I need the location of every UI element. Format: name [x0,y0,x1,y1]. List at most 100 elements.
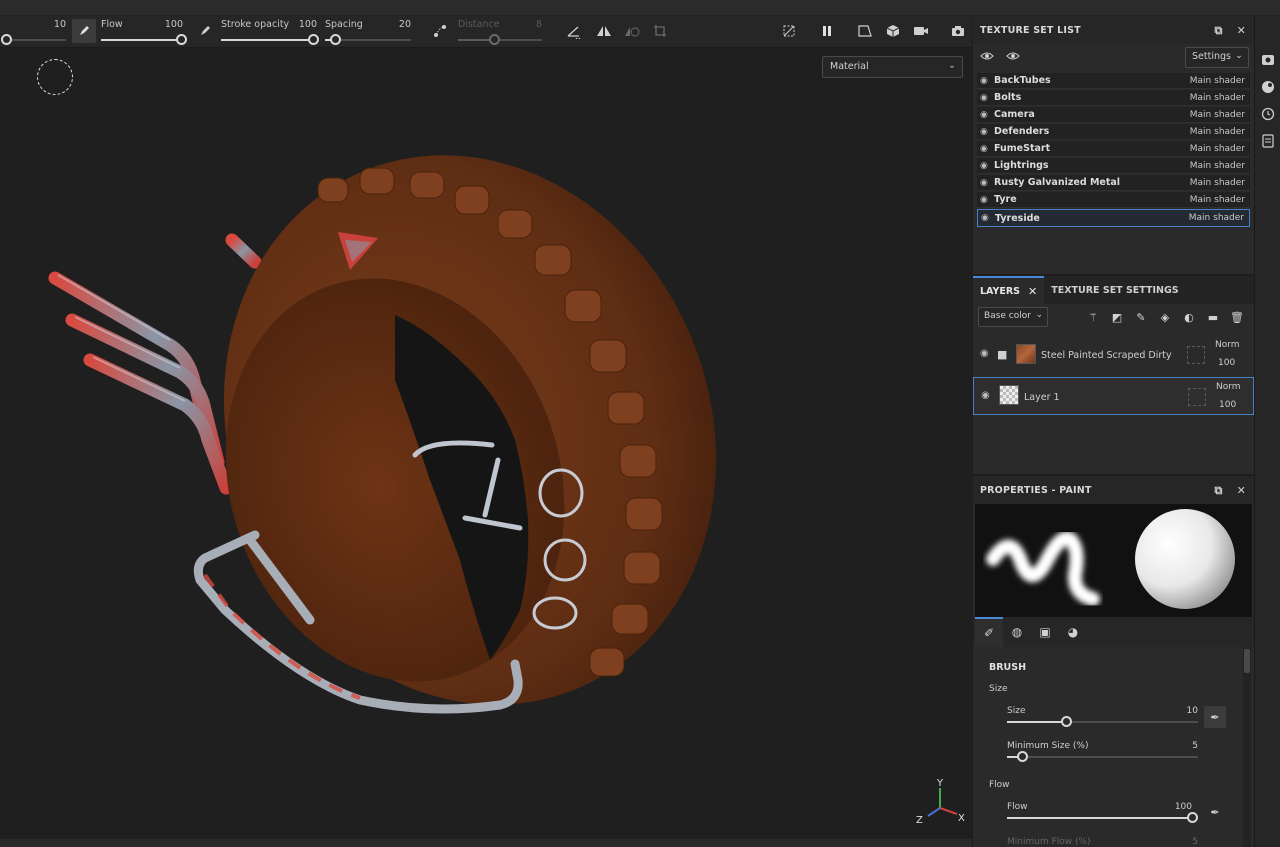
texture-set-shader[interactable]: Main shader [1189,213,1244,223]
transform-button[interactable] [648,19,672,43]
add-fill-layer-button[interactable]: ◈ [1157,309,1173,325]
add-effect-button[interactable]: ⚚ [1085,309,1101,325]
texture-set-shader[interactable]: Main shader [1190,93,1245,103]
delete-layer-button[interactable]: 🗑 [1229,309,1245,325]
texture-set-row[interactable]: ◉ Lightrings Main shader [977,158,1250,174]
texture-set-settings-dropdown[interactable]: Settings ⌄ [1185,47,1249,68]
texture-set-shader[interactable]: Main shader [1190,110,1245,120]
toolbar-distance-slider[interactable]: Distance 8 [458,16,542,48]
toolbar-spacing-slider[interactable]: Spacing 20 [325,16,411,48]
tab-texture-set-settings[interactable]: TEXTURE SET SETTINGS [1044,276,1185,304]
history-icon[interactable] [1259,105,1277,123]
add-smart-material-button[interactable]: ◐ [1181,309,1197,325]
eye-icon[interactable]: ◉ [980,110,994,120]
screenshot-button[interactable] [946,19,970,43]
scrollbar-thumb[interactable] [1244,649,1250,673]
eye-icon[interactable]: ◉ [980,161,994,171]
pen-pressure-flow-button[interactable] [193,19,217,43]
display-settings-icon[interactable] [1259,51,1277,69]
texture-set-row[interactable]: ◉ Camera Main shader [977,107,1250,123]
slider-knob[interactable] [489,34,500,45]
add-folder-button[interactable]: ▬ [1205,309,1221,325]
minimum-flow-slider[interactable]: Minimum Flow (%) 5 [1007,837,1198,847]
alignment-button[interactable] [562,19,586,43]
texture-set-shader[interactable]: Main shader [1190,161,1245,171]
texture-set-row[interactable]: ◉ BackTubes Main shader [977,73,1250,89]
close-icon[interactable]: ✕ [1028,285,1037,298]
slider-knob[interactable] [330,34,341,45]
slider-knob[interactable] [1187,812,1198,823]
blend-mode[interactable]: Norm [1216,382,1241,392]
flow-value[interactable]: 100 [1175,802,1192,812]
symmetry-button[interactable] [592,19,616,43]
blend-mode[interactable]: Norm [1215,340,1240,350]
tab-material[interactable]: ◕ [1059,617,1087,647]
add-mask-button[interactable]: ◩ [1109,309,1125,325]
tab-layers[interactable]: LAYERS ✕ [973,276,1045,304]
texture-set-shader[interactable]: Main shader [1190,195,1245,205]
eye-icon[interactable]: ◉ [981,213,995,223]
maximize-icon[interactable]: ⧉ [1215,484,1223,498]
properties-scrollbar[interactable] [1243,647,1251,847]
maximize-icon[interactable]: ⧉ [1215,24,1223,38]
add-paint-layer-button[interactable]: ✎ [1133,309,1149,325]
view-mode-2d-button[interactable] [853,19,877,43]
minimum-flow-value[interactable]: 5 [1192,837,1198,847]
close-icon[interactable]: ✕ [1237,24,1246,38]
slider-knob[interactable] [176,34,187,45]
eye-icon[interactable]: ◉ [980,93,994,103]
texture-set-shader[interactable]: Main shader [1190,127,1245,137]
channel-select[interactable]: Base color ⌄ [978,307,1048,327]
pen-pressure-size-button[interactable]: ✒ [1204,706,1226,728]
slider-knob[interactable] [1061,716,1072,727]
layer-row[interactable]: ◉ ■ Steel Painted Scraped Dirty Norm 100 [973,336,1254,374]
lazy-mouse-button[interactable] [428,19,452,43]
tab-brush[interactable]: ✐ [975,617,1003,647]
eye-icon[interactable]: ◉ [980,348,989,359]
tab-stencil[interactable]: ▣ [1031,617,1059,647]
mask-slot[interactable] [1188,388,1206,406]
toolbar-size-slider[interactable]: 10 [1,16,66,48]
log-icon[interactable] [1259,132,1277,150]
layer-opacity[interactable]: 100 [1219,400,1236,410]
eye-icon[interactable]: ◉ [980,76,994,86]
texture-set-row[interactable]: ◉ Rusty Galvanized Metal Main shader [977,175,1250,191]
eye-icon[interactable]: ◉ [981,390,990,401]
shader-settings-icon[interactable] [1259,78,1277,96]
flow-slider[interactable]: Flow 100 [1007,802,1198,832]
eye-icon[interactable]: ◉ [980,195,994,205]
eye-icon[interactable] [1006,51,1020,64]
texture-set-shader[interactable]: Main shader [1190,76,1245,86]
view-mode-3d-button[interactable] [881,19,905,43]
texture-set-row[interactable]: ◉ Bolts Main shader [977,90,1250,106]
eye-icon[interactable]: ◉ [980,144,994,154]
eye-icon[interactable]: ◉ [980,127,994,137]
symmetry-mode-button[interactable] [620,19,644,43]
texture-set-row[interactable]: ◉ Tyre Main shader [977,192,1250,208]
texture-set-shader[interactable]: Main shader [1190,178,1245,188]
close-icon[interactable]: ✕ [1237,484,1246,498]
pen-pressure-size-button[interactable] [72,19,96,43]
hide-ui-button[interactable] [777,19,801,43]
minimum-size-value[interactable]: 5 [1192,741,1198,751]
texture-set-row-selected[interactable]: ◉ Tyreside Main shader [977,209,1250,227]
toolbar-stroke-opacity-slider[interactable]: Stroke opacity 100 [221,16,319,48]
layer-opacity[interactable]: 100 [1218,358,1235,368]
size-slider[interactable]: Size 10 [1007,706,1198,736]
tab-alpha[interactable]: ◍ [1003,617,1031,647]
texture-set-row[interactable]: ◉ FumeStart Main shader [977,141,1250,157]
pause-render-button[interactable] [815,19,839,43]
texture-set-row[interactable]: ◉ Defenders Main shader [977,124,1250,140]
slider-knob[interactable] [308,34,319,45]
slider-knob[interactable] [1017,751,1028,762]
pen-pressure-flow-button[interactable]: ✒ [1204,801,1226,823]
viewport-display-mode-select[interactable]: Material ⌄ [822,56,963,78]
eye-settings-icon[interactable] [980,51,994,64]
size-value[interactable]: 10 [1187,706,1198,716]
slider-knob[interactable] [1,34,12,45]
texture-set-shader[interactable]: Main shader [1190,144,1245,154]
3d-viewport[interactable]: Material ⌄ Y X Z [0,48,972,839]
toolbar-flow-slider[interactable]: Flow 100 [101,16,187,48]
eye-icon[interactable]: ◉ [980,178,994,188]
camera-button[interactable] [909,19,933,43]
